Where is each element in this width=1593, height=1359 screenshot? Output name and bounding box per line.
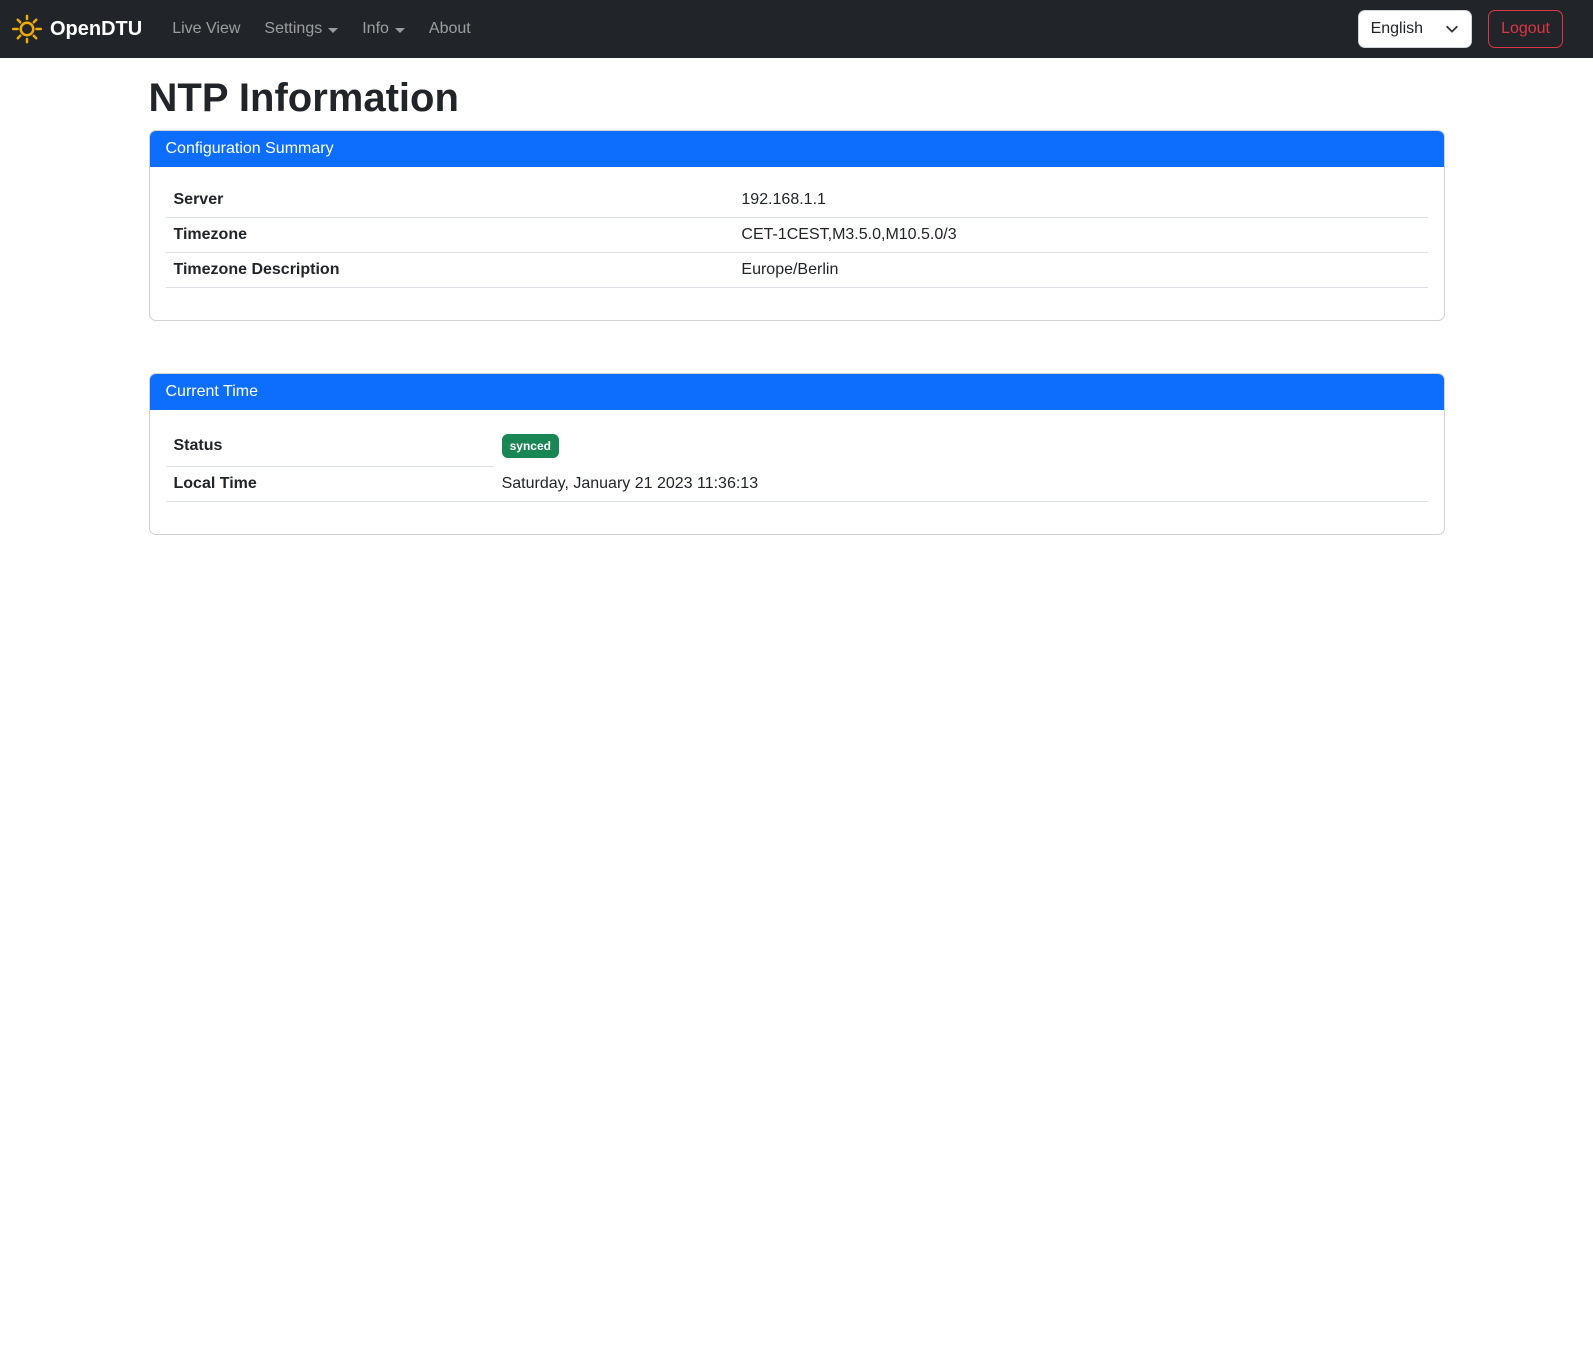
nav-item-live-view[interactable]: Live View (164, 12, 248, 46)
card-header: Current Time (150, 374, 1444, 410)
row-value: synced (494, 426, 1428, 467)
navbar-left: OpenDTU Live View Settings Info About (12, 12, 483, 46)
nav-item-label: About (429, 20, 471, 38)
nav-item-about[interactable]: About (421, 12, 479, 46)
brand-link[interactable]: OpenDTU (12, 14, 142, 44)
row-value: Europe/Berlin (733, 253, 1427, 288)
page-title: NTP Information (149, 74, 1445, 122)
card-body: Server 192.168.1.1 Timezone CET-1CEST,M3… (150, 167, 1444, 320)
nav-item-label: Live View (172, 20, 240, 38)
main-content: NTP Information Configuration Summary Se… (137, 74, 1457, 535)
row-value: 192.168.1.1 (733, 183, 1427, 218)
nav-item-info[interactable]: Info (354, 12, 413, 46)
nav-item-label: Info (362, 20, 389, 38)
table-row: Status synced (166, 426, 1428, 467)
table-row: Timezone Description Europe/Berlin (166, 253, 1428, 288)
language-select[interactable]: English (1358, 10, 1472, 48)
chevron-down-icon (395, 28, 405, 33)
row-value: Saturday, January 21 2023 11:36:13 (494, 467, 1428, 502)
language-select-value: English (1371, 20, 1423, 38)
table-row: Timezone CET-1CEST,M3.5.0,M10.5.0/3 (166, 218, 1428, 253)
table-row: Local Time Saturday, January 21 2023 11:… (166, 467, 1428, 502)
navbar: OpenDTU Live View Settings Info About En… (0, 0, 1593, 58)
row-value: CET-1CEST,M3.5.0,M10.5.0/3 (733, 218, 1427, 253)
card-body: Status synced Local Time Saturday, Janua… (150, 410, 1444, 534)
status-badge: synced (502, 434, 559, 458)
logout-button[interactable]: Logout (1488, 10, 1563, 48)
nav-item-settings[interactable]: Settings (256, 12, 346, 46)
sun-icon (12, 14, 42, 44)
row-label: Status (166, 426, 494, 467)
table-row: Server 192.168.1.1 (166, 183, 1428, 218)
navbar-right: English Logout (1358, 10, 1563, 48)
nav-links: Live View Settings Info About (160, 12, 483, 46)
card-header: Configuration Summary (150, 131, 1444, 167)
nav-item-label: Settings (264, 20, 322, 38)
current-time-card: Current Time Status synced Local Time Sa… (149, 373, 1445, 535)
chevron-down-icon (1445, 22, 1459, 36)
brand-label: OpenDTU (50, 18, 142, 41)
row-label: Timezone (166, 218, 734, 253)
row-label: Local Time (166, 467, 494, 502)
configuration-summary-table: Server 192.168.1.1 Timezone CET-1CEST,M3… (166, 183, 1428, 288)
row-label: Timezone Description (166, 253, 734, 288)
configuration-summary-card: Configuration Summary Server 192.168.1.1… (149, 130, 1445, 321)
current-time-table: Status synced Local Time Saturday, Janua… (166, 426, 1428, 502)
chevron-down-icon (328, 28, 338, 33)
row-label: Server (166, 183, 734, 218)
